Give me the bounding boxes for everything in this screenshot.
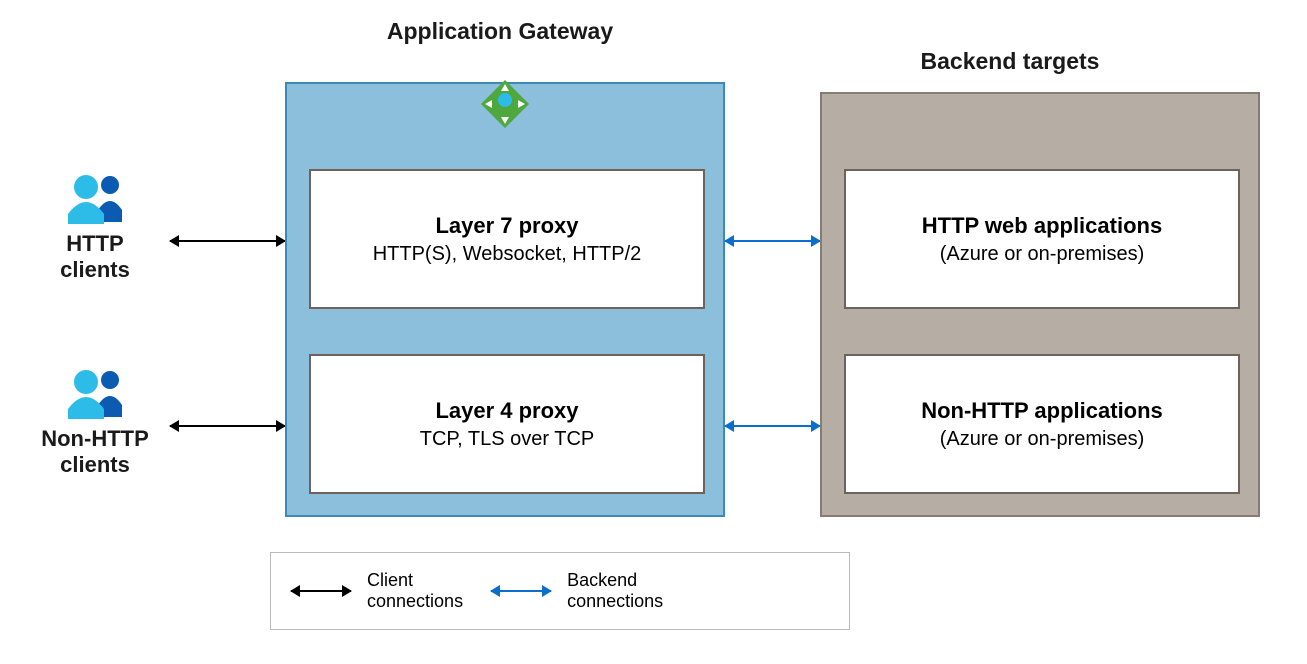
nonhttp-backend-box: Non-HTTP applications (Azure or on-premi… <box>844 354 1240 494</box>
nonhttp-clients-label: Non-HTTPclients <box>41 426 149 479</box>
legend-client-label: Clientconnections <box>367 570 463 611</box>
architecture-diagram: Application Gateway Backend targets HTTP… <box>0 0 1307 664</box>
gateway-container: Layer 7 proxy HTTP(S), Websocket, HTTP/2… <box>285 82 725 517</box>
http-backend-subtitle: (Azure or on-premises) <box>940 243 1145 266</box>
backend-container: HTTP web applications (Azure or on-premi… <box>820 92 1260 517</box>
http-backend-box: HTTP web applications (Azure or on-premi… <box>844 169 1240 309</box>
nonhttp-clients-group: Non-HTTPclients <box>20 365 170 479</box>
layer7-subtitle: HTTP(S), Websocket, HTTP/2 <box>373 243 642 266</box>
layer4-title: Layer 4 proxy <box>435 398 578 424</box>
layer4-proxy-box: Layer 4 proxy TCP, TLS over TCP <box>309 354 705 494</box>
gateway-title: Application Gateway <box>370 18 630 45</box>
backend-arrow-http <box>725 240 820 242</box>
backend-arrow-nonhttp <box>725 425 820 427</box>
backend-title: Backend targets <box>880 48 1140 75</box>
http-clients-label: HTTPclients <box>60 231 130 284</box>
users-icon <box>60 365 130 420</box>
legend-backend-connections: Backendconnections <box>491 570 663 611</box>
users-icon <box>60 170 130 225</box>
layer7-title: Layer 7 proxy <box>435 213 578 239</box>
http-clients-group: HTTPclients <box>20 170 170 284</box>
legend-backend-arrow-icon <box>491 590 551 592</box>
nonhttp-backend-title: Non-HTTP applications <box>921 398 1163 424</box>
http-backend-title: HTTP web applications <box>922 213 1162 239</box>
legend: Clientconnections Backendconnections <box>270 552 850 630</box>
layer4-subtitle: TCP, TLS over TCP <box>420 428 595 451</box>
layer7-proxy-box: Layer 7 proxy HTTP(S), Websocket, HTTP/2 <box>309 169 705 309</box>
legend-client-arrow-icon <box>291 590 351 592</box>
app-gateway-icon <box>481 80 529 128</box>
nonhttp-backend-subtitle: (Azure or on-premises) <box>940 428 1145 451</box>
legend-backend-label: Backendconnections <box>567 570 663 611</box>
legend-client-connections: Clientconnections <box>291 570 463 611</box>
client-arrow-nonhttp <box>170 425 285 427</box>
client-arrow-http <box>170 240 285 242</box>
